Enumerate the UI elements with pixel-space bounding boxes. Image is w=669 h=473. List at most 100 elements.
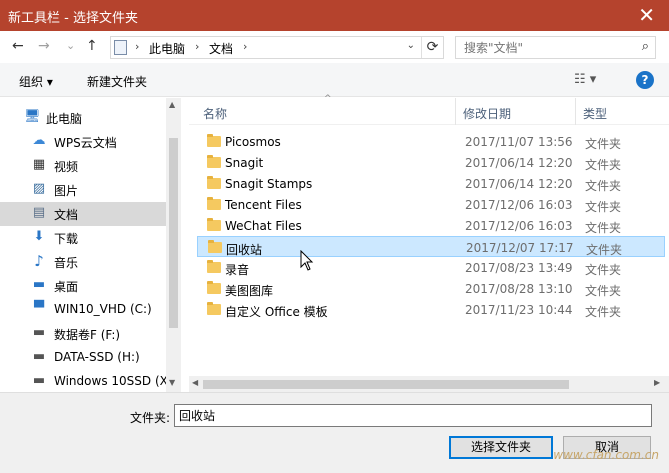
file-type: 文件夹 — [585, 263, 622, 277]
file-row-selected[interactable]: 回收站 2017/12/07 17:17 文件夹 — [197, 236, 665, 257]
drive-icon: ▬ — [32, 349, 46, 364]
file-row[interactable]: Picosmos 2017/11/07 13:56 文件夹 — [197, 131, 665, 152]
column-type[interactable]: 类型 — [583, 105, 607, 122]
nav-item-label: Windows 10SSD (X — [54, 374, 168, 388]
nav-item-wps-cloud[interactable]: ☁ WPS云文档 — [0, 130, 166, 154]
breadcrumb-documents[interactable]: 文档 — [209, 40, 233, 57]
desktop-icon: ▬ — [32, 277, 46, 292]
nav-item-desktop[interactable]: ▬ 桌面 — [0, 274, 166, 298]
column-divider[interactable] — [575, 98, 576, 125]
music-icon: ♪ — [34, 252, 44, 270]
file-name: Snagit Stamps — [225, 177, 313, 191]
folder-icon — [207, 218, 221, 231]
nav-scroll-thumb[interactable] — [169, 138, 178, 328]
view-options-icon[interactable]: ☷ ▾ — [574, 72, 596, 87]
download-icon: ⬇ — [33, 229, 45, 244]
column-divider[interactable] — [455, 98, 456, 125]
file-date: 2017/06/14 12:20 — [465, 177, 573, 191]
select-folder-button[interactable]: 选择文件夹 — [449, 436, 553, 459]
nav-item-documents[interactable]: ▤ 文档 — [0, 202, 166, 226]
nav-item-pictures[interactable]: ▨ 图片 — [0, 178, 166, 202]
nav-item-label: WPS云文档 — [54, 136, 117, 150]
new-folder-button[interactable]: 新建文件夹 — [87, 73, 147, 90]
search-icon[interactable]: ⌕ — [642, 39, 649, 54]
video-icon: ▦ — [32, 157, 46, 172]
scroll-up-icon[interactable]: ▲ — [169, 100, 175, 109]
nav-item-music[interactable]: ♪ 音乐 — [0, 250, 166, 274]
mouse-cursor-icon — [300, 250, 314, 271]
breadcrumb-separator[interactable]: › — [243, 40, 247, 53]
nav-scrollbar[interactable]: ▲ ▼ — [166, 98, 181, 392]
breadcrumb-separator[interactable]: › — [135, 40, 139, 53]
column-headers: ^ 名称 修改日期 类型 — [189, 94, 669, 125]
folder-icon — [207, 197, 221, 210]
file-date: 2017/12/06 16:03 — [465, 219, 573, 233]
nav-item-label: 文档 — [54, 208, 79, 222]
file-date: 2017/11/23 10:44 — [465, 303, 573, 317]
search-box[interactable]: ⌕ — [455, 36, 656, 59]
file-row[interactable]: WeChat Files 2017/12/06 16:03 文件夹 — [197, 215, 665, 236]
file-date: 2017/12/06 16:03 — [465, 198, 573, 212]
recent-locations-icon[interactable]: ⌄ — [66, 38, 75, 54]
address-row: ← → ⌄ ↑ › 此电脑 › 文档 › ⌄ ⟳ ⌕ — [0, 31, 669, 63]
file-row[interactable]: Snagit Stamps 2017/06/14 12:20 文件夹 — [197, 173, 665, 194]
refresh-icon[interactable]: ⟳ — [421, 37, 443, 58]
scroll-left-icon[interactable]: ◀ — [192, 378, 198, 387]
drive-icon: ▬ — [32, 325, 46, 340]
folder-icon — [207, 281, 221, 294]
close-icon[interactable]: ✕ — [638, 3, 655, 27]
file-type: 文件夹 — [585, 200, 622, 214]
scroll-right-icon[interactable]: ▶ — [654, 378, 660, 387]
up-arrow-icon[interactable]: ↑ — [86, 38, 98, 54]
file-date: 2017/08/28 13:10 — [465, 282, 573, 296]
watermark: www.cfan.com.cn — [553, 448, 659, 462]
file-name: 美图图库 — [225, 284, 274, 298]
file-type: 文件夹 — [585, 179, 622, 193]
file-list-hscrollbar[interactable]: ◀ ▶ — [189, 376, 669, 392]
file-date: 2017/06/14 12:20 — [465, 156, 573, 170]
nav-item-downloads[interactable]: ⬇ 下载 — [0, 226, 166, 250]
organize-button[interactable]: 组织 ▾ — [19, 73, 53, 90]
file-row[interactable]: 美图图库 2017/08/28 13:10 文件夹 — [197, 278, 665, 299]
address-dropdown-icon[interactable]: ⌄ — [407, 40, 415, 51]
folder-label: 文件夹: — [130, 411, 171, 425]
nav-item-this-pc[interactable]: 🖥 此电脑 — [0, 106, 166, 130]
file-type: 文件夹 — [585, 137, 622, 151]
breadcrumb-separator[interactable]: › — [195, 40, 199, 53]
title-bar: 新工具栏 - 选择文件夹 ✕ — [0, 0, 669, 31]
nav-item-drive-f[interactable]: ▬ 数据卷F (F:) — [0, 322, 166, 346]
back-arrow-icon[interactable]: ← — [12, 38, 24, 54]
file-row[interactable]: 自定义 Office 模板 2017/11/23 10:44 文件夹 — [197, 299, 665, 320]
file-name: Snagit — [225, 156, 264, 170]
scroll-down-icon[interactable]: ▼ — [169, 378, 175, 387]
file-name: 回收站 — [226, 243, 263, 257]
nav-item-drive-x[interactable]: ▬ Windows 10SSD (X — [0, 370, 168, 394]
file-date: 2017/11/07 13:56 — [465, 135, 573, 149]
column-name[interactable]: 名称 — [203, 105, 227, 122]
nav-item-drive-c[interactable]: ▀ WIN10_VHD (C:) — [0, 298, 166, 322]
nav-item-label: 图片 — [54, 184, 79, 198]
drive-icon: ▬ — [32, 373, 46, 388]
breadcrumb-this-pc[interactable]: 此电脑 — [149, 40, 185, 57]
column-date[interactable]: 修改日期 — [463, 105, 511, 122]
file-name: Picosmos — [225, 135, 281, 149]
window-title: 新工具栏 - 选择文件夹 — [8, 11, 138, 26]
forward-arrow-icon[interactable]: → — [38, 38, 50, 54]
file-row[interactable]: Tencent Files 2017/12/06 16:03 文件夹 — [197, 194, 665, 215]
file-row[interactable]: Snagit 2017/06/14 12:20 文件夹 — [197, 152, 665, 173]
cloud-icon: ☁ — [32, 133, 46, 148]
nav-item-drive-h[interactable]: ▬ DATA-SSD (H:) — [0, 346, 166, 370]
file-row[interactable]: 录音 2017/08/23 13:49 文件夹 — [197, 257, 665, 278]
hscroll-thumb[interactable] — [203, 380, 569, 389]
address-bar[interactable]: › 此电脑 › 文档 › ⌄ ⟳ — [110, 36, 444, 59]
folder-name-input[interactable] — [174, 404, 652, 427]
folder-icon — [207, 176, 221, 189]
navigation-pane: 🖥 此电脑 ☁ WPS云文档 ▦ 视频 ▨ 图片 ▤ 文档 ⬇ 下载 ♪ 音乐 … — [0, 98, 181, 392]
nav-item-videos[interactable]: ▦ 视频 — [0, 154, 166, 178]
help-icon[interactable]: ? — [636, 71, 654, 89]
nav-item-label: 视频 — [54, 160, 79, 174]
nav-item-label: WIN10_VHD (C:) — [54, 302, 152, 316]
file-date: 2017/12/07 17:17 — [466, 241, 574, 255]
search-input[interactable] — [462, 40, 622, 56]
sort-ascending-icon: ^ — [324, 94, 332, 104]
